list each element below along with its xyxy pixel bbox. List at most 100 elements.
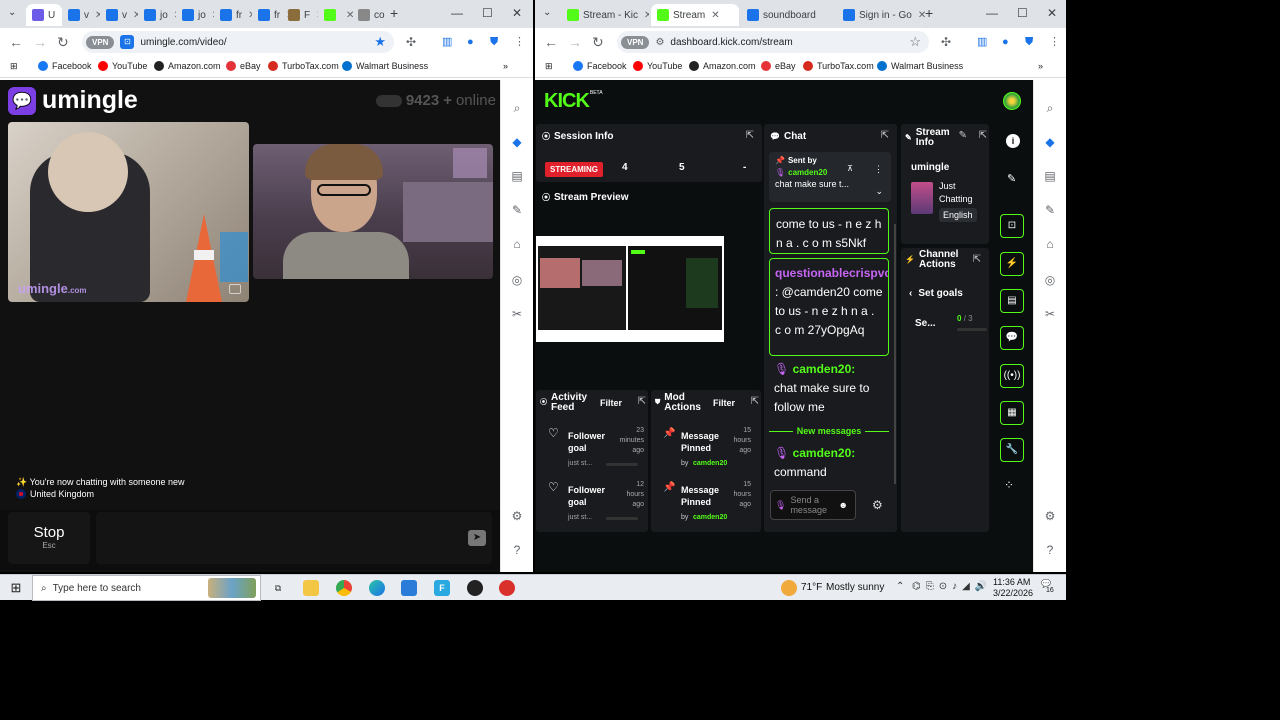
mod-popout-icon[interactable]: ⇱ [751, 396, 759, 407]
obs-icon[interactable] [467, 580, 483, 596]
tag-icon[interactable]: ⌂ [509, 236, 525, 252]
clock-date[interactable]: 3/22/2026 [993, 588, 1033, 598]
start-icon[interactable]: ⊞ [8, 580, 24, 596]
maximize-button[interactable]: ☐ [482, 6, 493, 20]
tab-search-icon[interactable]: ⌄ [8, 7, 16, 18]
category-name[interactable]: Just Chatting [939, 180, 985, 206]
rail-layout-icon[interactable]: ▦ [1000, 401, 1024, 425]
set-goals-button[interactable]: ‹ Set goals [909, 288, 963, 299]
close-window-button[interactable]: ✕ [512, 6, 522, 20]
report-icon[interactable] [229, 284, 241, 294]
weather-temp[interactable]: 71°F [801, 582, 822, 593]
taskbar-search[interactable]: ⌕ Type here to search [32, 575, 261, 601]
weather-desc[interactable]: Mostly sunny [826, 582, 884, 593]
bookmark-3[interactable]: eBay [226, 61, 261, 71]
back-button[interactable]: ← [9, 33, 23, 51]
shield-icon[interactable]: ⛊ [490, 33, 498, 51]
umingle-logo[interactable]: 💬 umingle [8, 86, 138, 115]
bookmark-5[interactable]: Walmart Business [877, 61, 963, 71]
site-info-icon[interactable]: ⊡ [120, 35, 135, 49]
tab-3[interactable]: Sign in - Go ✕ [837, 4, 933, 26]
help-icon[interactable]: ? [1042, 542, 1058, 558]
tab-8[interactable]: ✕ [318, 4, 356, 26]
chat-input[interactable]: 🎙 Send a message ☻ [770, 490, 856, 520]
rail-bolt-icon[interactable]: ⚡ [1000, 252, 1024, 276]
clock-time[interactable]: 11:36 AM [993, 577, 1030, 587]
activity-item[interactable]: ♡ Follower goal 23 minutes ago just st... [536, 426, 648, 476]
sidebar-toggle-icon[interactable]: ▥ [977, 33, 987, 51]
extensions-icon[interactable]: ✣ [941, 33, 951, 51]
bookmarks-overflow-icon[interactable]: » [1038, 61, 1043, 71]
pinned-message[interactable]: 📌 Sent by 🎙 camden20 chat make sure t...… [769, 152, 891, 202]
pinned-username[interactable]: camden20 [788, 168, 827, 177]
new-tab-button[interactable]: + [390, 5, 398, 21]
session-popout-icon[interactable]: ⇱ [746, 130, 754, 141]
games-icon[interactable]: ◎ [1042, 272, 1058, 288]
chat-popout-icon[interactable]: ⇱ [881, 130, 889, 141]
tools-icon[interactable]: ✂ [1042, 306, 1058, 322]
mod-action-user[interactable]: camden20 [693, 460, 727, 467]
copilot-icon[interactable]: ◆ [509, 134, 525, 150]
tab-5[interactable]: fr✕ [214, 4, 252, 26]
reader-icon[interactable]: ▤ [509, 168, 525, 184]
bookmark-1[interactable]: YouTube [98, 61, 147, 71]
rail-document-icon[interactable]: ▤ [1000, 289, 1024, 313]
tools-icon[interactable]: ✂ [509, 306, 525, 322]
stream-info-edit-icon[interactable]: ✎ [959, 130, 967, 141]
forward-button[interactable]: → [33, 33, 47, 51]
reload-button[interactable]: ↻ [57, 33, 69, 51]
rail-screen-icon[interactable]: ⊡ [1000, 214, 1024, 238]
tab-close-icon[interactable]: ✕ [711, 10, 719, 21]
chrome-icon[interactable] [336, 580, 352, 596]
tab-9[interactable]: co✕ [352, 4, 388, 26]
stop-button[interactable]: Stop Esc [8, 512, 90, 564]
send-icon[interactable]: ➤ [468, 530, 486, 546]
activity-filter-button[interactable]: Filter [600, 398, 622, 408]
activity-popout-icon[interactable]: ⇱ [638, 396, 646, 407]
rail-apps-icon[interactable]: ⁘ [1004, 478, 1014, 492]
tab-4[interactable]: jo✕ [176, 4, 214, 26]
apps-icon[interactable]: ⊞ [10, 61, 18, 72]
chat-message-4-user[interactable]: camden20 [793, 446, 852, 460]
tab-3[interactable]: jo✕ [138, 4, 176, 26]
url-text[interactable]: dashboard.kick.com/stream [670, 37, 792, 48]
shield-icon[interactable]: ⛊ [1025, 33, 1033, 51]
customize-icon[interactable]: ⚙ [1042, 508, 1058, 524]
kick-logo[interactable]: KICK BETA [544, 90, 603, 113]
menu-icon[interactable]: ⋮ [1049, 33, 1060, 51]
bookmark-5[interactable]: Walmart Business [342, 61, 428, 71]
copilot-icon[interactable]: ◆ [1042, 134, 1058, 150]
chat-settings-icon[interactable]: ⚙ [872, 498, 883, 512]
tab-close-icon[interactable]: ✕ [644, 10, 649, 21]
bookmark-star-icon[interactable]: ☆ [909, 34, 921, 50]
app-f-icon[interactable]: F [434, 580, 450, 596]
tab-7[interactable]: F✕ [282, 4, 318, 26]
profile-icon[interactable]: ● [467, 33, 474, 51]
task-view-icon[interactable]: ⧉ [270, 580, 286, 596]
edge-icon[interactable] [369, 580, 385, 596]
chat-message-3-user[interactable]: camden20 [793, 362, 852, 376]
bookmark-2[interactable]: Amazon.com [154, 61, 221, 71]
tab-1[interactable]: Stream ✕ [651, 4, 739, 26]
notes-icon[interactable]: ✎ [1042, 202, 1058, 218]
bookmark-2[interactable]: Amazon.com [689, 61, 756, 71]
stream-preview-video[interactable] [536, 236, 724, 342]
bookmark-star-icon[interactable]: ★ [374, 34, 386, 50]
emoji-icon[interactable]: ☻ [838, 500, 847, 510]
vpn-badge[interactable]: VPN [621, 35, 650, 49]
chat-scrollbar[interactable] [894, 224, 896, 484]
tab-2[interactable]: v ✕ [100, 4, 138, 26]
vpn-badge[interactable]: VPN [86, 35, 115, 49]
address-bar[interactable]: VPN ⚙ dashboard.kick.com/stream ☆ [617, 31, 929, 53]
extensions-icon[interactable]: ✣ [406, 33, 416, 51]
tray-icons[interactable]: ⌬⎘⊙♪◢🔊 [912, 581, 992, 592]
chat-message-2-user[interactable]: questionablecrispvo [775, 266, 888, 280]
search-icon[interactable]: ⌕ [1042, 100, 1058, 116]
sidebar-toggle-icon[interactable]: ▥ [442, 33, 452, 51]
url-text[interactable]: umingle.com/video/ [140, 37, 226, 48]
rail-wrench-icon[interactable]: 🔧 [1000, 438, 1024, 462]
activity-item[interactable]: ♡ Follower goal 12 hours ago just st... [536, 480, 648, 530]
reload-button[interactable]: ↻ [592, 33, 604, 51]
menu-icon[interactable]: ⋮ [514, 33, 525, 51]
minimize-button[interactable]: — [451, 6, 463, 20]
